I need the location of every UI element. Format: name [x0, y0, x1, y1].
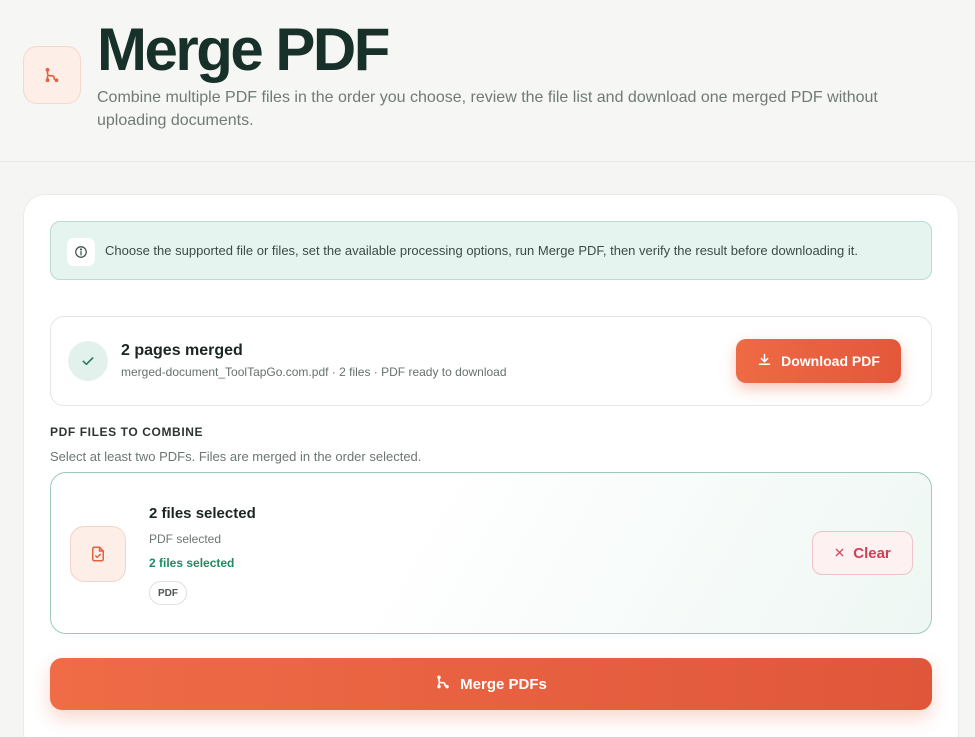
- clear-label: Clear: [853, 544, 891, 562]
- check-icon: [68, 341, 108, 381]
- page-title: Merge PDF: [97, 16, 390, 83]
- merge-label: Merge PDFs: [460, 675, 547, 693]
- page-header: Merge PDF Combine multiple PDF files in …: [0, 0, 975, 162]
- file-check-icon: [70, 526, 126, 582]
- merge-pdfs-button[interactable]: Merge PDFs: [50, 658, 932, 710]
- page-subtitle: Combine multiple PDF files in the order …: [97, 89, 878, 129]
- merge-icon: [23, 46, 81, 104]
- files-selected-type: PDF selected: [149, 532, 222, 546]
- close-icon: [834, 545, 845, 562]
- files-section-help: Select at least two PDFs. Files are merg…: [50, 449, 422, 464]
- file-dropzone[interactable]: 2 files selected PDF selected 2 files se…: [50, 472, 932, 634]
- files-selected-title: 2 files selected: [149, 505, 256, 522]
- merge-icon: [435, 674, 451, 694]
- notice-text: Choose the supported file or files, set …: [105, 243, 858, 258]
- format-chip: PDF: [149, 581, 187, 605]
- info-icon: [67, 238, 95, 266]
- files-selected-count: 2 files selected: [149, 556, 235, 570]
- result-panel: 2 pages merged merged-document_ToolTapGo…: [50, 316, 932, 406]
- info-notice: Choose the supported file or files, set …: [50, 221, 932, 280]
- result-detail: merged-document_ToolTapGo.com.pdf · 2 fi…: [121, 365, 507, 379]
- clear-button[interactable]: Clear: [812, 531, 913, 575]
- files-section-label: PDF FILES TO COMBINE: [50, 425, 204, 439]
- download-pdf-button[interactable]: Download PDF: [736, 339, 901, 383]
- result-title: 2 pages merged: [121, 342, 243, 359]
- download-label: Download PDF: [781, 353, 880, 369]
- download-icon: [757, 352, 772, 370]
